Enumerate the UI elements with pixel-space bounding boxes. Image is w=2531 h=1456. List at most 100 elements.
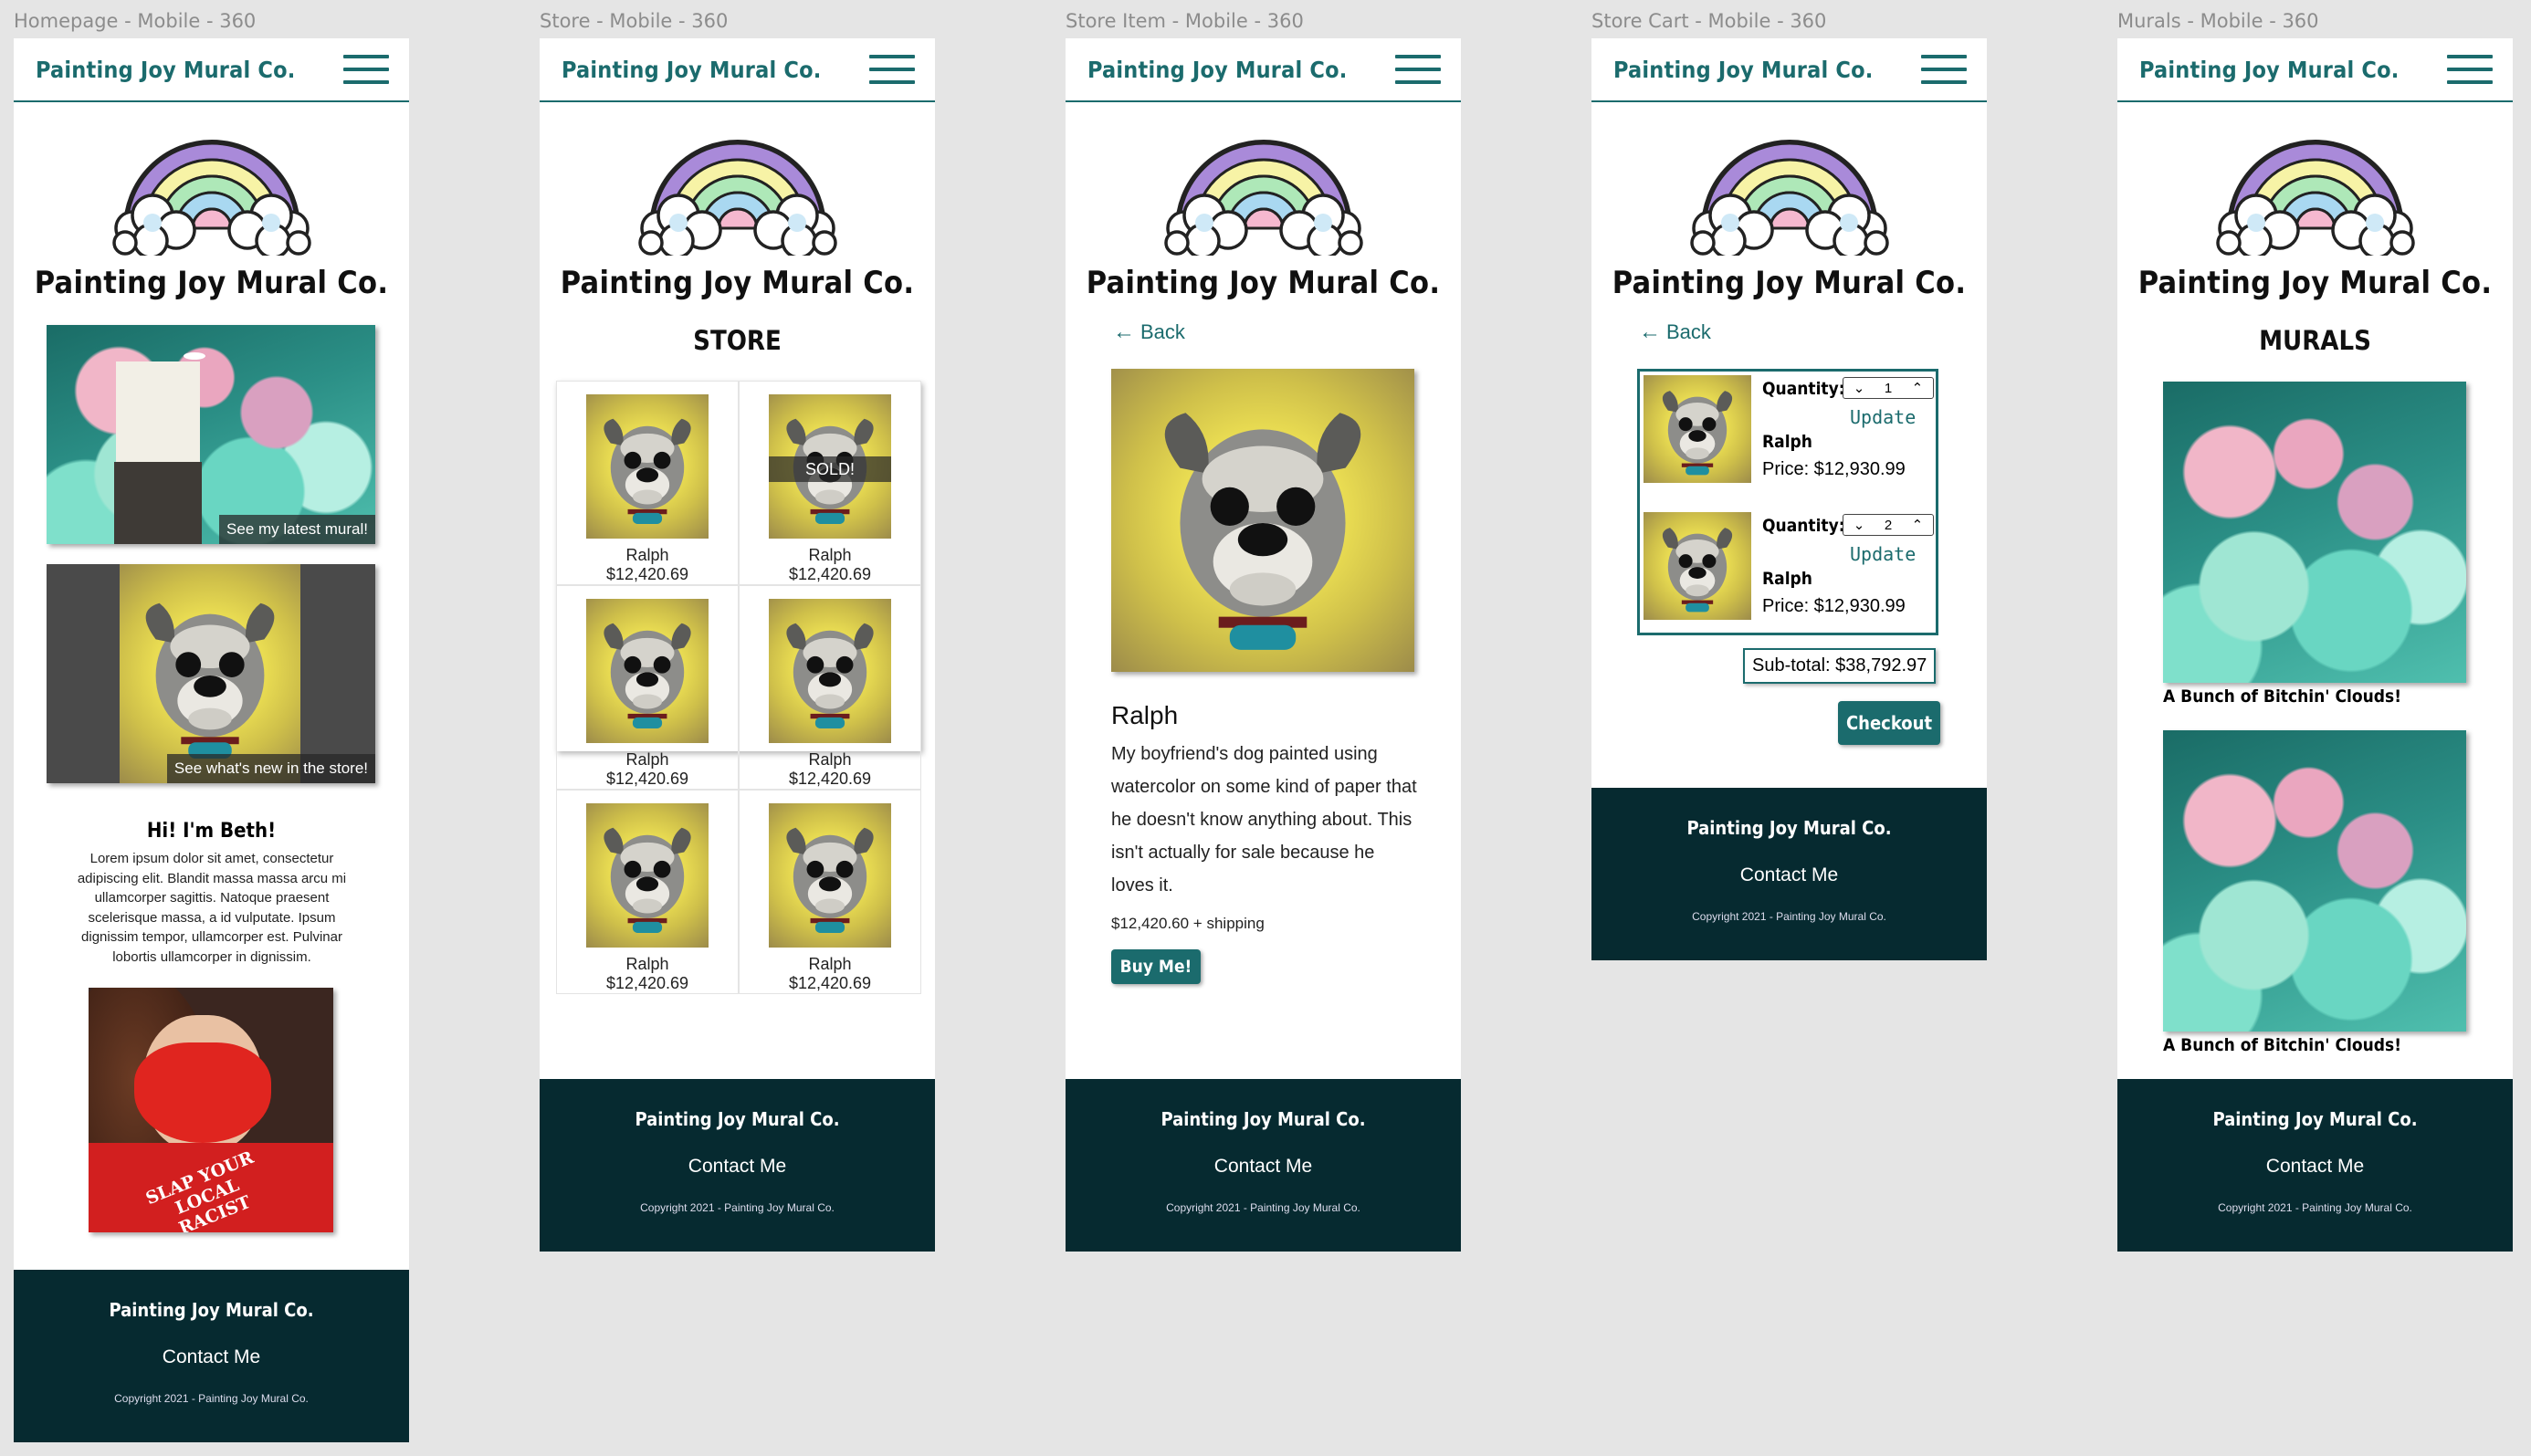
arrow-left-icon: ← (1113, 319, 1135, 344)
store-frame: Painting Joy Mural Co. Painting Joy Mura… (540, 38, 935, 1252)
store-item-name: Ralph (808, 546, 852, 564)
store-item-price: $12,420.69 (605, 770, 689, 788)
store-item-price: $12,420.69 (788, 770, 872, 788)
nav-title[interactable]: Painting Joy Mural Co. (1613, 57, 1874, 83)
store-promo-caption: See what's new in the store! (166, 754, 375, 783)
quantity-stepper[interactable]: ⌄ 1 ⌃ (1843, 377, 1934, 399)
footer-copyright: Copyright 2021 - Painting Joy Mural Co. (1692, 910, 1886, 923)
update-button[interactable]: Update (1850, 543, 1916, 565)
back-label: Back (1666, 320, 1711, 343)
cart-list: Quantity: ⌄ 1 ⌃ Update Ralph Price: $12,… (1637, 369, 1938, 635)
rainbow-logo (1591, 128, 1987, 256)
mural-caption: A Bunch of Bitchin' Clouds! (2163, 686, 2401, 707)
brand-heading: Painting Joy Mural Co. (2137, 265, 2493, 301)
cart-item-price: Price: $12,930.99 (1762, 459, 1906, 479)
checkout-button[interactable]: Checkout (1838, 701, 1940, 745)
contact-me-link[interactable]: Contact Me (1066, 1156, 1461, 1178)
navbar: Painting Joy Mural Co. (2117, 38, 2513, 102)
contact-me-link[interactable]: Contact Me (540, 1156, 935, 1178)
footer-brand: Painting Joy Mural Co. (1686, 817, 1892, 839)
mural-image[interactable] (2163, 382, 2466, 683)
menu-icon[interactable] (1395, 55, 1441, 84)
store-item-name: Ralph (808, 750, 852, 769)
menu-icon[interactable] (869, 55, 915, 84)
menu-icon[interactable] (343, 55, 389, 84)
footer-copyright: Copyright 2021 - Painting Joy Mural Co. (114, 1392, 309, 1405)
menu-icon[interactable] (2447, 55, 2493, 84)
quantity-stepper[interactable]: ⌄ 2 ⌃ (1843, 514, 1934, 536)
rainbow-logo (14, 128, 409, 256)
cart-item-price: Price: $12,930.99 (1762, 596, 1906, 616)
chevron-up-icon[interactable]: ⌃ (1912, 380, 1924, 396)
store-item-price: $12,420.69 (605, 565, 689, 583)
store-item-card[interactable]: Ralph $12,420.69 (739, 585, 921, 790)
chevron-down-icon[interactable]: ⌄ (1854, 517, 1865, 533)
navbar: Painting Joy Mural Co. (540, 38, 935, 102)
cart-item-name: Ralph (1762, 432, 1812, 452)
back-link[interactable]: ← Back (1113, 319, 1185, 345)
store-item-card[interactable]: Ralph $12,420.69 (739, 790, 921, 994)
frame-label-murals: Murals - Mobile - 360 (2117, 10, 2319, 32)
footer-copyright: Copyright 2021 - Painting Joy Mural Co. (1166, 1201, 1360, 1214)
nav-title[interactable]: Painting Joy Mural Co. (1087, 57, 1348, 83)
item-name: Ralph (1111, 701, 1179, 729)
chevron-up-icon[interactable]: ⌃ (1912, 517, 1924, 533)
update-button[interactable]: Update (1850, 406, 1916, 428)
brand-heading: Painting Joy Mural Co. (1086, 265, 1441, 301)
subtotal: Sub-total: $38,792.97 (1743, 648, 1937, 684)
store-cart-frame: Painting Joy Mural Co. Painting Joy Mura… (1591, 38, 1987, 960)
store-item-price: $12,420.69 (605, 974, 689, 992)
footer: Painting Joy Mural Co. Contact Me Copyri… (1591, 788, 1987, 960)
store-promo-card[interactable]: See what's new in the store! (47, 564, 375, 783)
frame-label-store-item: Store Item - Mobile - 360 (1066, 10, 1304, 32)
store-item-card[interactable]: SOLD! Ralph $12,420.69 (739, 381, 921, 585)
quantity-value: 2 (1884, 517, 1893, 533)
latest-mural-card[interactable]: See my latest mural! (47, 325, 375, 544)
store-title: STORE (693, 325, 782, 356)
item-description: My boyfriend's dog painted using waterco… (1111, 744, 1417, 896)
buy-button[interactable]: Buy Me! (1111, 949, 1201, 984)
chevron-down-icon[interactable]: ⌄ (1854, 380, 1865, 396)
nav-title[interactable]: Painting Joy Mural Co. (562, 57, 822, 83)
cart-item-name: Ralph (1762, 569, 1812, 589)
navbar: Painting Joy Mural Co. (1591, 38, 1987, 102)
mural-image[interactable] (2163, 730, 2466, 1032)
footer: Painting Joy Mural Co. Contact Me Copyri… (1066, 1079, 1461, 1252)
frame-label-homepage: Homepage - Mobile - 360 (14, 10, 257, 32)
murals-title: MURALS (2259, 325, 2371, 356)
contact-me-link[interactable]: Contact Me (14, 1346, 409, 1368)
brand-heading: Painting Joy Mural Co. (34, 265, 389, 301)
footer: Painting Joy Mural Co. Contact Me Copyri… (2117, 1079, 2513, 1252)
contact-me-link[interactable]: Contact Me (2117, 1156, 2513, 1178)
item-image (1111, 369, 1414, 672)
store-grid: Ralph $12,420.69 SOLD! Ralph $12,420.69 … (556, 381, 921, 994)
store-item-card[interactable]: Ralph $12,420.69 (556, 790, 739, 994)
bio-text: Lorem ipsum dolor sit amet, consectetur … (77, 851, 347, 965)
navbar: Painting Joy Mural Co. (1066, 38, 1461, 102)
cart-item: Quantity: ⌄ 1 ⌃ Update Ralph Price: $12,… (1644, 375, 1934, 494)
footer-brand: Painting Joy Mural Co. (2212, 1108, 2418, 1130)
store-item-card[interactable]: Ralph $12,420.69 (556, 381, 739, 585)
store-item-name: Ralph (808, 955, 852, 973)
rainbow-logo (540, 128, 935, 256)
nav-title[interactable]: Painting Joy Mural Co. (36, 57, 296, 83)
contact-me-link[interactable]: Contact Me (1591, 864, 1987, 886)
quantity-value: 1 (1884, 380, 1893, 396)
store-item-name: Ralph (625, 750, 669, 769)
quantity-label: Quantity: (1762, 379, 1845, 399)
menu-icon[interactable] (1921, 55, 1967, 84)
footer-copyright: Copyright 2021 - Painting Joy Mural Co. (2218, 1201, 2412, 1214)
nav-title[interactable]: Painting Joy Mural Co. (2139, 57, 2400, 83)
mural-caption: A Bunch of Bitchin' Clouds! (2163, 1035, 2401, 1055)
store-item-name: Ralph (625, 955, 669, 973)
store-item-card[interactable]: Ralph $12,420.69 (556, 585, 739, 790)
frame-label-store-cart: Store Cart - Mobile - 360 (1591, 10, 1827, 32)
greeting-heading: Hi! I'm Beth! (146, 820, 277, 843)
footer-copyright: Copyright 2021 - Painting Joy Mural Co. (640, 1201, 835, 1214)
murals-frame: Painting Joy Mural Co. Painting Joy Mura… (2117, 38, 2513, 1252)
footer: Painting Joy Mural Co. Contact Me Copyri… (540, 1079, 935, 1252)
cart-item: Quantity: ⌄ 2 ⌃ Update Ralph Price: $12,… (1644, 512, 1934, 631)
frame-label-store: Store - Mobile - 360 (540, 10, 729, 32)
homepage-frame: Painting Joy Mural Co. Painting Joy Mura… (14, 38, 409, 1442)
back-link[interactable]: ← Back (1639, 319, 1711, 345)
